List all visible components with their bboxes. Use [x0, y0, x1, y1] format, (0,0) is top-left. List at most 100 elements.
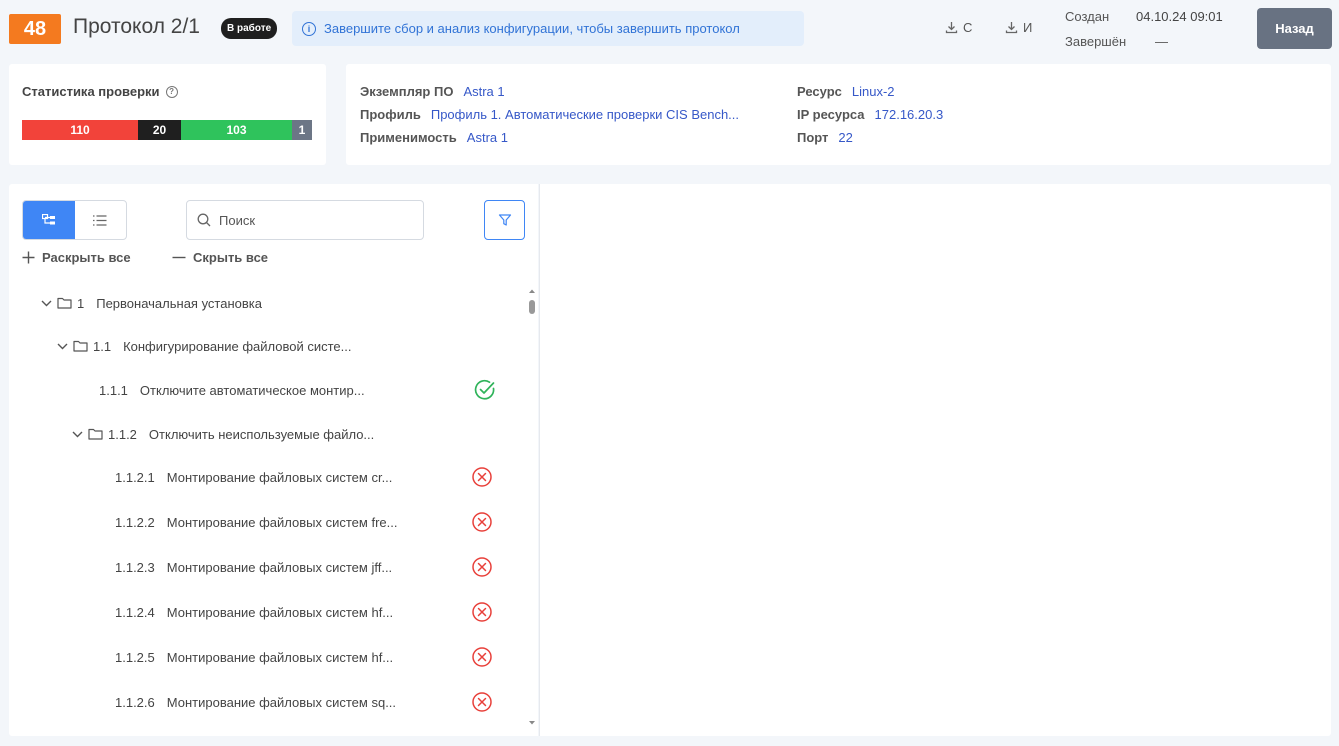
tree-item-number: 1.1.1 — [99, 382, 128, 398]
ip-row: IP ресурса 172.16.20.3 — [797, 107, 943, 122]
tree-item-label: Монтирование файловых систем jff... — [166, 559, 393, 575]
stats-segment: 1 — [292, 120, 312, 140]
applicability-link[interactable]: Astra 1 — [467, 130, 508, 145]
tree-item[interactable]: 1.1.2.6 Монтирование файловых систем sq..… — [115, 691, 396, 713]
tree-item-number: 1.1.2.4 — [115, 604, 155, 620]
tree-item-label: Отключите автоматическое монтир... — [139, 382, 365, 398]
expand-all-button[interactable]: Раскрыть все — [22, 250, 131, 265]
tree-item[interactable]: 1.1.2.2 Монтирование файловых систем fre.… — [115, 511, 397, 533]
chevron-down-icon[interactable] — [41, 300, 52, 307]
tree-item-number: 1.1 — [93, 338, 112, 354]
minus-icon — [172, 256, 186, 259]
stats-title-text: Статистика проверки — [22, 84, 160, 99]
view-toggle — [22, 200, 127, 240]
status-badge: В работе — [221, 18, 278, 39]
folder-icon — [88, 428, 103, 440]
search-input[interactable] — [219, 212, 409, 228]
tree-item[interactable]: 1.1 Конфигурирование файловой систе... — [57, 335, 352, 357]
resource-label: Ресурс — [797, 84, 842, 99]
ip-value: 172.16.20.3 — [874, 107, 944, 122]
error-circle-icon — [471, 466, 493, 488]
tree-item-label: Отключить неиспользуемые файло... — [148, 426, 375, 442]
tree-item-label: Конфигурирование файловой систе... — [123, 338, 352, 354]
tree-item[interactable]: 1.1.2.3 Монтирование файловых систем jff.… — [115, 556, 392, 578]
protocol-header: 48 Протокол 2/1 В работе i Завершите сбо… — [0, 0, 1339, 60]
instance-row: Экземпляр ПО Astra 1 — [360, 84, 505, 99]
tree-item-number: 1.1.2.1 — [115, 469, 155, 485]
page-title: Протокол 2/1 — [73, 15, 200, 38]
tree-item-number: 1.1.2.6 — [115, 694, 155, 710]
collapse-all-button[interactable]: Скрыть все — [172, 250, 268, 265]
collapse-all-label: Скрыть все — [193, 250, 269, 265]
applicability-row: Применимость Astra 1 — [360, 130, 508, 145]
stats-card: Статистика проверки ? 110 20 103 1 — [9, 64, 326, 165]
plus-icon — [22, 251, 35, 264]
error-circle-icon — [471, 556, 493, 578]
finished-value: — — [1155, 34, 1168, 49]
tree-item[interactable]: 1.1.2.5 Монтирование файловых систем hf..… — [115, 646, 393, 668]
profile-label: Профиль — [360, 107, 421, 122]
scroll-thumb[interactable] — [529, 300, 535, 314]
resource-link[interactable]: Linux-2 — [852, 84, 895, 99]
instance-link[interactable]: Astra 1 — [463, 84, 504, 99]
tree-view-icon — [41, 214, 55, 225]
back-button[interactable]: Назад — [1257, 8, 1332, 49]
tree-scrollbar[interactable] — [528, 288, 536, 728]
tree-item-label: Монтирование файловых систем hf... — [166, 649, 394, 665]
protocol-info-card: Экземпляр ПО Astra 1 Профиль Профиль 1. … — [346, 64, 1331, 165]
tree-item[interactable]: 1.1.2.1 Монтирование файловых систем cr..… — [115, 466, 392, 488]
search-box — [186, 200, 424, 240]
list-view-button[interactable] — [75, 201, 127, 239]
detail-panel — [539, 184, 1331, 736]
instance-label: Экземпляр ПО — [360, 84, 454, 99]
download-i-label: И — [1023, 20, 1033, 35]
error-circle-icon — [471, 691, 493, 713]
profile-link[interactable]: Профиль 1. Автоматические проверки CIS B… — [431, 107, 739, 122]
scroll-up-icon[interactable] — [528, 288, 536, 294]
list-view-icon — [93, 214, 107, 226]
profile-row: Профиль Профиль 1. Автоматические провер… — [360, 107, 739, 122]
help-icon[interactable]: ? — [165, 85, 178, 98]
folder-icon — [73, 340, 88, 352]
tree-item-label: Монтирование файловых систем fre... — [166, 514, 398, 530]
tree-item[interactable]: 1.1.1 Отключите автоматическое монтир... — [99, 379, 365, 401]
created-label: Создан — [1065, 9, 1110, 24]
tree-view-button[interactable] — [23, 201, 75, 239]
tree-item[interactable]: 1.1.2.4 Монтирование файловых систем hf..… — [115, 601, 393, 623]
tree-item-number: 1 — [77, 295, 85, 311]
port-row: Порт 22 — [797, 130, 853, 145]
info-banner-text: Завершите сбор и анализ конфигурации, чт… — [324, 21, 740, 36]
tree-item[interactable]: 1 Первоначальная установка — [41, 292, 262, 314]
filter-button[interactable] — [484, 200, 525, 240]
download-c-button[interactable]: С — [945, 20, 972, 35]
expand-all-label: Раскрыть все — [42, 250, 131, 265]
download-icon — [945, 22, 958, 34]
stats-segment: 103 — [181, 120, 292, 140]
download-icon — [1005, 22, 1018, 34]
chevron-down-icon[interactable] — [72, 431, 83, 438]
tree-item-number: 1.1.2.3 — [115, 559, 155, 575]
finished-label: Завершён — [1065, 34, 1127, 49]
stats-title: Статистика проверки ? — [22, 84, 178, 99]
folder-icon — [57, 297, 72, 309]
stats-segment: 20 — [138, 120, 181, 140]
tree-item[interactable]: 1.1.2 Отключить неиспользуемые файло... — [72, 423, 374, 445]
tree-item-number: 1.1.2.5 — [115, 649, 155, 665]
protocol-number-badge: 48 — [9, 14, 61, 44]
info-icon: i — [302, 21, 316, 36]
tree-item-label: Первоначальная установка — [96, 295, 262, 311]
chevron-down-icon[interactable] — [57, 343, 68, 350]
error-circle-icon — [471, 646, 493, 668]
tree-item-number: 1.1.2 — [108, 426, 137, 442]
info-banner: i Завершите сбор и анализ конфигурации, … — [292, 11, 804, 46]
applicability-label: Применимость — [360, 130, 457, 145]
tree-item-label: Монтирование файловых систем sq... — [166, 694, 397, 710]
check-circle-icon — [474, 379, 496, 401]
download-i-button[interactable]: И — [1005, 20, 1032, 35]
error-circle-icon — [471, 511, 493, 533]
resource-row: Ресурс Linux-2 — [797, 84, 895, 99]
created-value: 04.10.24 09:01 — [1136, 9, 1223, 24]
ip-label: IP ресурса — [797, 107, 865, 122]
scroll-down-icon[interactable] — [528, 720, 536, 726]
port-label: Порт — [797, 130, 829, 145]
